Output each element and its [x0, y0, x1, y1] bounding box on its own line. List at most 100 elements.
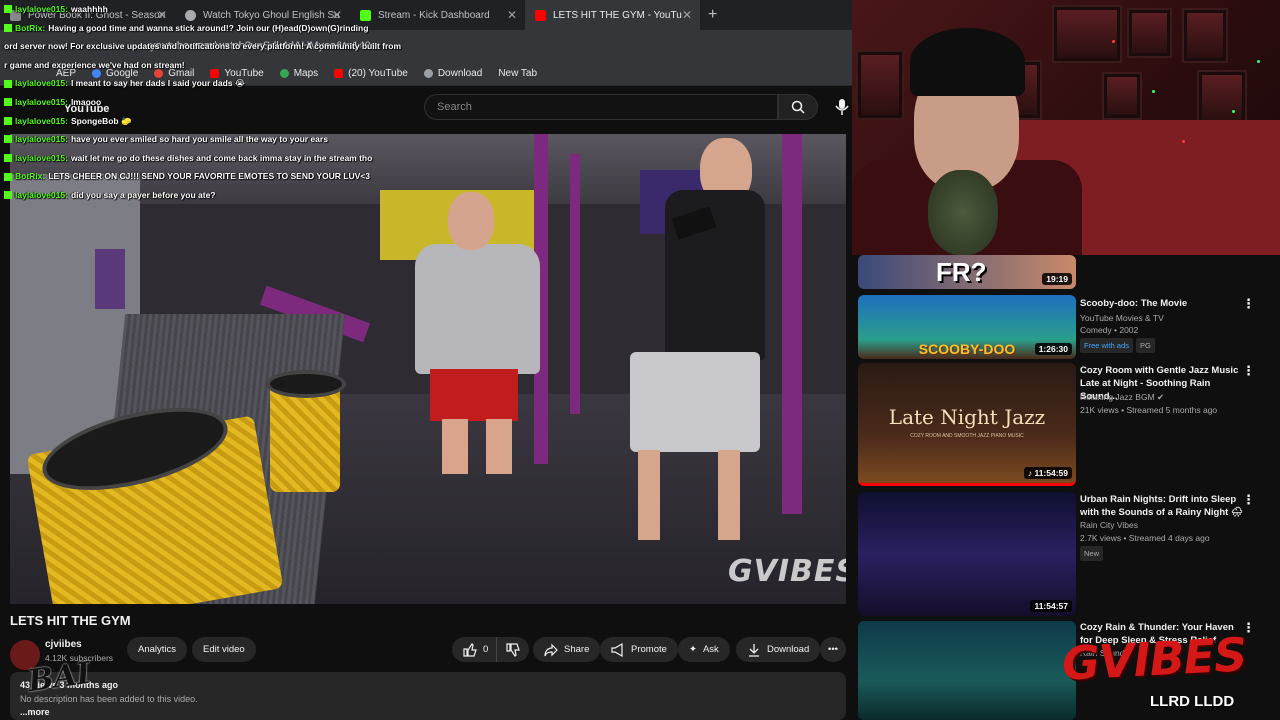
- kick-badge-icon: [4, 23, 12, 32]
- rack-pillar: [570, 154, 580, 414]
- chat-username: laylalove015:: [15, 134, 68, 145]
- thumbnail-text: Late Night Jazz: [888, 405, 1046, 429]
- rating-badge: PG: [1136, 338, 1155, 353]
- duration-badge: 11:54:57: [1030, 600, 1072, 612]
- chat-text: ord server now! For exclusive updates an…: [4, 41, 402, 52]
- share-button[interactable]: Share: [533, 637, 601, 662]
- wall-poster: [1127, 8, 1172, 58]
- youtube-icon: [535, 9, 546, 21]
- more-options-icon[interactable]: ⋮: [1242, 296, 1255, 312]
- trash-bin-lid: [266, 370, 346, 398]
- kick-badge-icon: [4, 116, 12, 125]
- light-sparkle: [1152, 90, 1155, 93]
- free-badge: Free with ads: [1080, 338, 1134, 353]
- chat-username: laylalove015:: [15, 152, 68, 163]
- sparkle-icon: ✦: [689, 644, 697, 655]
- bookmark-download[interactable]: Download: [423, 68, 482, 79]
- thumbs-down-icon: [506, 642, 520, 657]
- duration-badge: 1:26:30: [1034, 343, 1072, 355]
- chat-message: laylalove015: have you ever smiled so har…: [4, 130, 404, 149]
- analytics-button[interactable]: Analytics: [127, 637, 188, 662]
- person-legs: [442, 419, 512, 474]
- chat-username: laylalove015:: [15, 115, 68, 126]
- video-thumbnail[interactable]: SCOOBY-DOO 1:26:30: [858, 295, 1076, 359]
- ask-button[interactable]: ✦ Ask: [678, 637, 730, 662]
- duration-badge: ♪ 11:54:59: [1023, 467, 1072, 479]
- person-legs: [638, 450, 748, 540]
- tab-youtube-active[interactable]: LETS HIT THE GYM - YouTu ✕: [525, 0, 700, 30]
- video-thumbnail[interactable]: 11:54:57: [858, 492, 1076, 616]
- chat-username: laylalove015:: [15, 4, 68, 14]
- streamer-webcam: [852, 0, 1280, 255]
- light-sparkle: [1182, 140, 1185, 143]
- recommendation-channel[interactable]: Rain City Vibes: [1080, 519, 1138, 532]
- thumbnail-subtext: COZY ROOM AND SMOOTH JAZZ PIANO MUSIC: [910, 433, 1024, 439]
- chat-message: laylalove015: wait let me go do these dis…: [4, 149, 404, 168]
- overlay-footer-text: LLRD LLDD: [1150, 693, 1235, 710]
- wall-poster: [856, 50, 904, 120]
- video-thumbnail[interactable]: [858, 621, 1076, 720]
- rack-pillar: [782, 134, 802, 514]
- recommendation-title[interactable]: Urban Rain Nights: Drift into Sleep with…: [1080, 493, 1248, 519]
- globe-icon: [423, 69, 433, 78]
- kick-badge-icon: [4, 98, 12, 107]
- chat-username: laylalove015:: [15, 78, 68, 89]
- close-icon[interactable]: ✕: [682, 8, 692, 22]
- light-sparkle: [1112, 40, 1115, 43]
- wall-poster: [1182, 8, 1228, 63]
- wall-poster: [1052, 5, 1122, 63]
- chat-message: laylalove015: I meant to say her dads I s…: [4, 74, 404, 93]
- chat-text: have you ever smiled so hard you smile a…: [70, 134, 328, 145]
- chat-message: laylalove015: SpongeBob 🧽: [4, 112, 404, 131]
- chat-text: wait let me go do these dishes and come …: [70, 152, 373, 163]
- kick-badge-icon: [4, 5, 12, 14]
- more-actions-button[interactable]: •••: [820, 637, 846, 662]
- kick-badge-icon: [4, 79, 12, 88]
- video-thumbnail[interactable]: Late Night Jazz COZY ROOM AND SMOOTH JAZ…: [858, 363, 1076, 486]
- promote-button[interactable]: Promote: [600, 637, 678, 662]
- video-thumbnail[interactable]: FR? 19:19: [858, 255, 1076, 289]
- microphone: [928, 170, 998, 255]
- microphone-icon[interactable]: [834, 98, 850, 116]
- thumbs-up-icon: [463, 642, 477, 657]
- search-input[interactable]: Search: [424, 94, 778, 120]
- download-button[interactable]: Download: [736, 637, 821, 662]
- light-sparkle: [1232, 110, 1235, 113]
- more-options-icon[interactable]: ⋮: [1242, 363, 1255, 379]
- chat-text: Having a good time and wanna stick aroun…: [48, 22, 369, 33]
- kick-badge-icon: [4, 135, 12, 144]
- chat-message: laylalove015: lmaooo: [4, 93, 404, 112]
- chat-message: laylalove015: did you say a payer before …: [4, 186, 404, 205]
- channel-name[interactable]: cjviibes: [45, 639, 82, 650]
- more-options-icon[interactable]: ⋮: [1242, 492, 1255, 508]
- show-more-link[interactable]: ...more: [20, 707, 836, 717]
- recommendation-title[interactable]: Scooby-doo: The Movie: [1080, 297, 1248, 310]
- chat-message: ord server now! For exclusive updates an…: [4, 37, 404, 56]
- close-icon[interactable]: ✕: [507, 8, 517, 22]
- edit-video-button[interactable]: Edit video: [192, 637, 256, 662]
- recommendation-meta: 21K views • Streamed 5 months ago: [1080, 405, 1218, 415]
- search-icon: [791, 100, 805, 114]
- chat-text: did you say a payer before you ate?: [70, 189, 216, 200]
- bookmark-new-tab[interactable]: New Tab: [498, 68, 537, 79]
- video-watermark: GVIBES: [728, 554, 846, 589]
- chat-text: LETS CHEER ON CJ!!! SEND YOUR FAVORITE E…: [48, 171, 370, 182]
- beanie: [910, 28, 1025, 96]
- chat-username: laylalove015:: [15, 96, 68, 107]
- search-button[interactable]: [778, 94, 818, 120]
- tab-label: LETS HIT THE GYM - YouTu: [553, 9, 682, 21]
- new-tab-button[interactable]: +: [708, 6, 717, 24]
- chat-username: laylalove015:: [15, 189, 68, 200]
- chat-message: r game and experience we've had on strea…: [4, 56, 404, 75]
- chat-username: BotRix:: [15, 171, 46, 182]
- stream-chat-overlay: laylalove015: waahhhh BotRix: Having a good…: [4, 0, 404, 205]
- recommendation-channel[interactable]: Relaxing Jazz BGM ✔: [1080, 391, 1164, 404]
- video-description[interactable]: 43 views 3 months ago No description has…: [10, 672, 846, 720]
- chat-text: r game and experience we've had on strea…: [4, 59, 185, 70]
- brand-logo: GVIBES: [1060, 627, 1248, 691]
- dislike-button[interactable]: [496, 637, 529, 662]
- megaphone-icon: [611, 642, 623, 657]
- person-shirt: [415, 244, 540, 374]
- like-button[interactable]: 0: [452, 637, 497, 662]
- gym-sign: [95, 249, 125, 309]
